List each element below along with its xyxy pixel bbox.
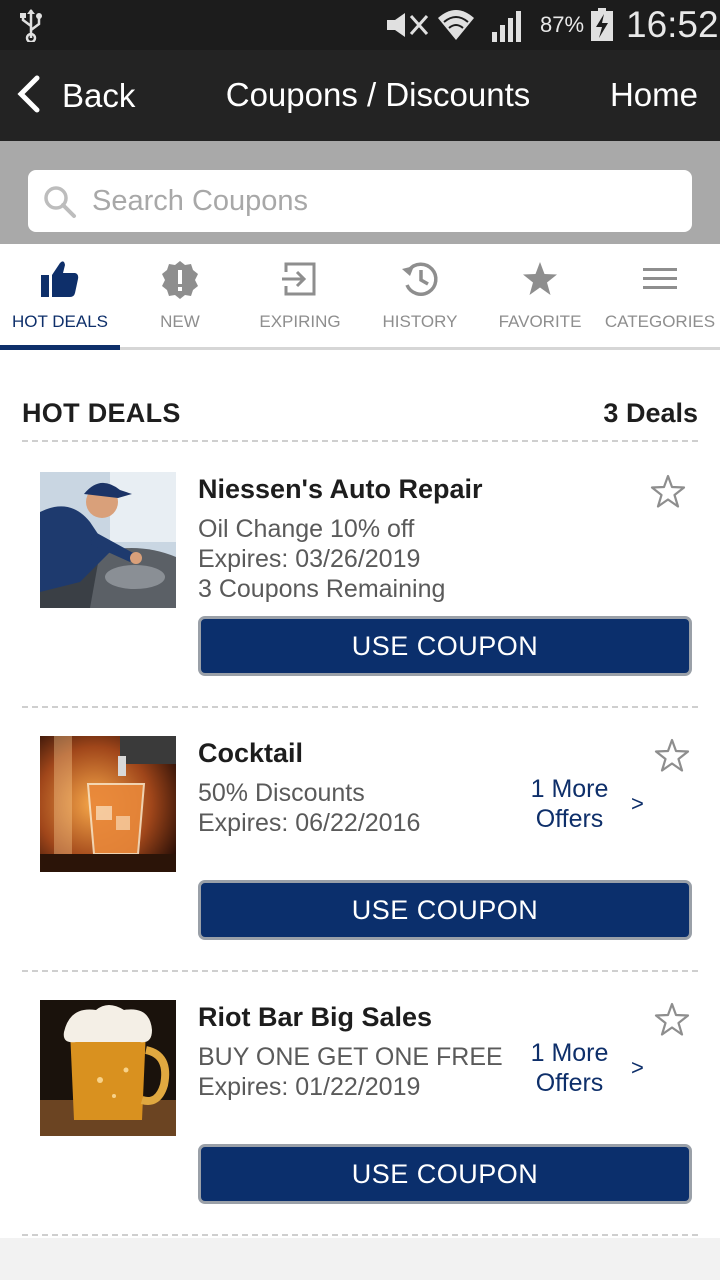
exit-icon [240,260,360,300]
tab-new[interactable]: NEW [120,244,240,347]
menu-icon [600,260,720,300]
deal-expiry: Expires: 06/22/2016 [198,809,421,837]
deal-image-cocktail [40,736,176,872]
deals-list: HOT DEALS 3 Deals Niessen's Auto Repair … [0,350,720,1238]
deal-expiry: Expires: 01/22/2019 [198,1073,421,1101]
tab-favorite[interactable]: FAVORITE [480,244,600,347]
star-icon [480,260,600,300]
battery-charging-icon [590,8,614,47]
deal-item[interactable]: Niessen's Auto Repair Oil Change 10% off… [22,444,698,708]
tab-label: HOT DEALS [11,312,109,331]
use-coupon-button[interactable]: USE COUPON [198,880,692,940]
tab-label: HISTORY [382,312,458,331]
mute-icon [383,10,431,45]
more-offers-label: 1 More Offers [530,775,609,833]
deal-count: 3 Deals [603,398,698,428]
deal-image-beer [40,1000,176,1136]
clock: 16:52 [626,4,719,45]
tab-label: NEW [160,312,200,331]
list-header: HOT DEALS 3 Deals [22,398,698,442]
deal-remaining: 3 Coupons Remaining [198,575,446,603]
tab-bar: HOT DEALS NEW EXPIRING HISTORY FAVORITE … [0,244,720,350]
favorite-star-icon[interactable] [650,474,686,513]
home-button[interactable]: Home [610,76,698,114]
use-coupon-button[interactable]: USE COUPON [198,616,692,676]
deal-item[interactable]: Cocktail 50% Discounts Expires: 06/22/20… [22,708,698,972]
more-offers-link[interactable]: 1 More Offers > [522,1038,662,1098]
deal-item[interactable]: Riot Bar Big Sales BUY ONE GET ONE FREE … [22,972,698,1236]
favorite-star-icon[interactable] [654,738,690,777]
tab-hot-deals[interactable]: HOT DEALS [0,244,120,350]
deal-description: BUY ONE GET ONE FREE [198,1043,503,1071]
deal-description: 50% Discounts [198,779,365,807]
search-area [0,141,720,244]
search-box[interactable] [28,170,692,232]
use-coupon-button[interactable]: USE COUPON [198,1144,692,1204]
more-offers-link[interactable]: 1 More Offers > [522,774,662,834]
thumbs-up-icon [0,260,120,300]
usb-icon [18,8,44,47]
tab-categories[interactable]: CATEGORIES [600,244,720,347]
deal-expiry: Expires: 03/26/2019 [198,545,421,573]
favorite-star-icon[interactable] [654,1002,690,1041]
tab-history[interactable]: HISTORY [360,244,480,347]
wifi-icon [436,6,476,49]
nav-bar: Back Coupons / Discounts Home [0,50,720,141]
chevron-right-icon: > [631,1055,644,1080]
tab-label: CATEGORIES [604,312,716,331]
deal-image-mechanic [40,472,176,608]
deal-description: Oil Change 10% off [198,515,415,543]
search-icon [42,184,78,225]
deal-name: Niessen's Auto Repair [198,474,483,504]
status-bar: 87% 16:52 [0,0,720,50]
search-input[interactable] [92,182,672,220]
deal-name: Cocktail [198,738,304,768]
signal-icon [490,10,526,47]
list-title: HOT DEALS [22,398,181,428]
tab-label: FAVORITE [498,312,582,331]
alert-badge-icon [120,260,240,300]
more-offers-label: 1 More Offers [530,1039,609,1097]
deal-name: Riot Bar Big Sales [198,1002,433,1032]
chevron-right-icon: > [631,791,644,816]
tab-label: EXPIRING [259,312,341,331]
history-icon [360,260,480,300]
battery-percent: 87% [540,12,585,37]
tab-expiring[interactable]: EXPIRING [240,244,360,347]
